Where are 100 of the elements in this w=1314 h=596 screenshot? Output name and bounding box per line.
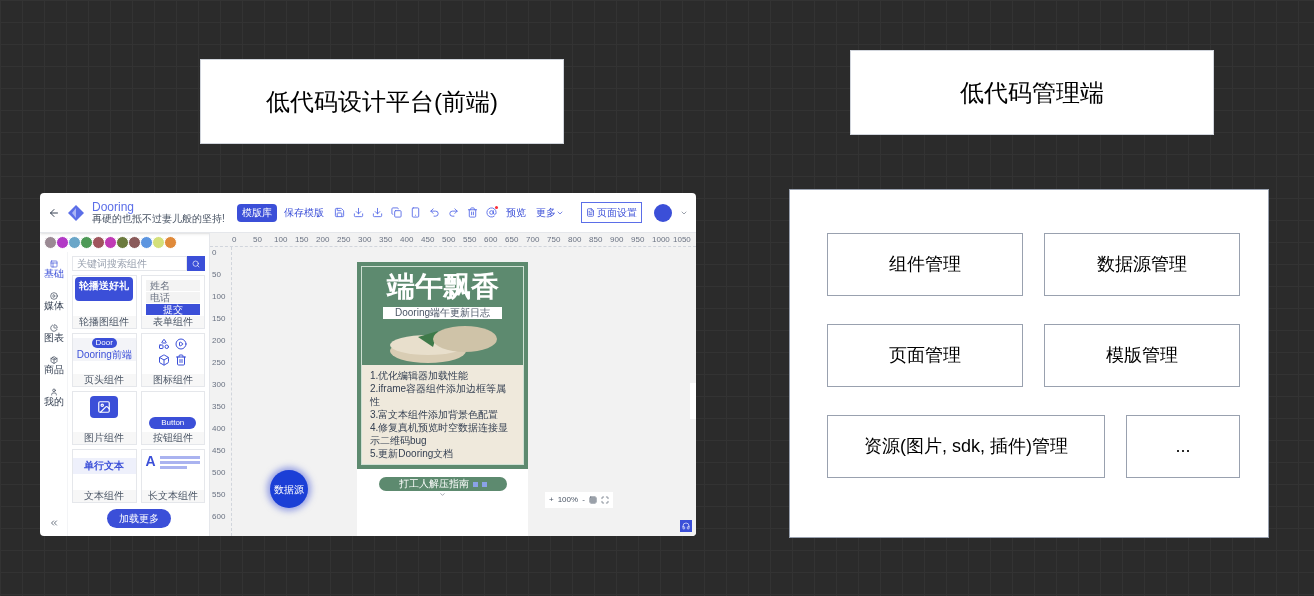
toolbar-button[interactable]: 模版库	[236, 203, 277, 222]
ruler-label: 300	[358, 234, 373, 246]
zoom-level: 100%	[557, 494, 579, 506]
changelog-item: 3.富文本组件添加背景色配置	[370, 408, 500, 421]
zoom-in-button[interactable]: +	[549, 494, 554, 506]
category-tab[interactable]: 商品	[43, 356, 64, 376]
undo-icon[interactable]	[428, 207, 440, 218]
preview-button[interactable]: 预览	[501, 205, 530, 220]
trash-icon	[174, 354, 187, 366]
ruler-label: 150	[295, 234, 310, 246]
module-box: 模版管理	[1044, 324, 1240, 387]
save-icon[interactable]	[333, 207, 345, 218]
module-box: 组件管理	[827, 233, 1023, 296]
more-button[interactable]: 更多	[531, 205, 568, 220]
module-box: 数据源管理	[1044, 233, 1240, 296]
ruler-label: 700	[526, 234, 541, 246]
title-box: 低代码设计平台(前端)	[200, 59, 564, 144]
load-more-button[interactable]: 加载更多	[106, 509, 171, 528]
component-card[interactable]: 姓名 电话 提交 表单组件	[140, 275, 205, 329]
component-card[interactable]: Door Dooring前端 页头组件	[72, 333, 137, 387]
trash-icon[interactable]	[466, 207, 478, 218]
category-tab[interactable]: 我的	[43, 388, 64, 408]
changelog-item: 2.iframe容器组件添加边框等属性	[370, 382, 508, 408]
ruler-label: 300	[211, 379, 227, 391]
search-button[interactable]	[187, 256, 205, 271]
component-label: 页头组件	[73, 374, 136, 386]
data-source-button[interactable]: 数据源	[270, 470, 308, 508]
chevron-icon	[439, 491, 446, 498]
submit-preview: 提交	[145, 304, 200, 315]
ruler-label: 600	[211, 511, 227, 523]
component-card[interactable]: 单行文本 文本组件	[72, 449, 137, 503]
header-title-preview: Dooring前端	[76, 349, 132, 361]
headphones-icon	[682, 522, 690, 530]
ruler-label: 500	[211, 467, 227, 479]
component-card[interactable]: 轮播送好礼 轮播图组件	[72, 275, 137, 329]
poster-button[interactable]: 打工人解压指南	[378, 477, 507, 491]
ruler-label: 200	[211, 335, 227, 347]
logo-icon	[68, 204, 84, 221]
user-icon	[49, 388, 58, 396]
layout-icon	[49, 260, 58, 268]
ruler-label: 150	[211, 313, 227, 325]
logo-badge: Door	[91, 338, 117, 348]
package-icon	[49, 356, 58, 364]
image-preview-icon	[90, 396, 119, 418]
download-icon[interactable]	[371, 207, 383, 218]
category-tab[interactable]: 媒体	[43, 292, 64, 312]
ruler-label: 400	[400, 234, 415, 246]
brand-name: Dooring	[92, 200, 136, 213]
user-avatar[interactable]	[654, 203, 672, 222]
redo-icon[interactable]	[447, 207, 459, 218]
ruler-label: 0	[211, 247, 218, 259]
ruler-label: 600	[484, 234, 499, 246]
ruler-label: 200	[316, 234, 331, 246]
back-icon[interactable]	[48, 206, 60, 219]
module-box: ...	[1126, 415, 1240, 478]
ruler-label: 250	[337, 234, 352, 246]
component-card[interactable]: A 长文本组件	[140, 449, 205, 503]
search-field[interactable]: 关键词搜索组件	[72, 256, 187, 271]
ruler-label: 750	[547, 234, 562, 246]
ruler-label: 500	[442, 234, 457, 246]
module-box: 资源(图片, sdk, 插件)管理	[827, 415, 1105, 478]
page-settings-button[interactable]: 页面设置	[581, 202, 642, 223]
component-card[interactable]: Button 按钮组件	[140, 391, 205, 445]
long-text-preview: A	[141, 454, 204, 469]
at-icon[interactable]	[485, 207, 497, 218]
button-preview: Button	[149, 417, 197, 429]
copy-icon[interactable]	[390, 207, 402, 218]
changelog-item: 4.修复真机预览时空数据连接显示二维码bug	[370, 421, 510, 447]
collapse-icon[interactable]	[48, 518, 59, 528]
title-box: 低代码管理端	[850, 50, 1214, 135]
fullscreen-icon[interactable]	[600, 496, 609, 504]
phone-icon[interactable]	[409, 207, 421, 218]
zoom-out-button[interactable]: -	[582, 494, 585, 506]
support-button[interactable]	[680, 520, 692, 532]
ruler-label: 850	[589, 234, 604, 246]
ruler-label: 800	[568, 234, 583, 246]
shapes-icon	[157, 338, 170, 350]
component-label: 长文本组件	[141, 490, 204, 502]
component-label: 图标组件	[141, 374, 204, 386]
ruler-label: 100	[211, 291, 227, 303]
category-tab[interactable]: 图表	[43, 324, 64, 344]
component-card[interactable]: 图片组件	[72, 391, 137, 445]
ruler-label: 1050	[673, 234, 692, 246]
document-icon	[586, 208, 595, 217]
component-card[interactable]: 图标组件	[140, 333, 205, 387]
changelog-item: 1.优化编辑器加载性能	[370, 369, 470, 382]
ruler-label: 50	[253, 234, 263, 246]
ruler-label: 350	[211, 401, 227, 413]
toolbar-button[interactable]: 保存模版	[278, 203, 329, 222]
component-label: 表单组件	[141, 316, 204, 328]
component-label: 图片组件	[73, 432, 136, 444]
component-label: 文本组件	[73, 490, 136, 502]
ruler-label: 900	[610, 234, 625, 246]
cube-icon	[157, 354, 170, 366]
ruler-label: 450	[211, 445, 227, 457]
download-icon[interactable]	[352, 207, 364, 218]
ruler-label: 100	[274, 234, 289, 246]
category-tab[interactable]: 基础	[43, 260, 64, 280]
pie-chart-icon	[49, 324, 58, 332]
ruler-label: 550	[463, 234, 478, 246]
